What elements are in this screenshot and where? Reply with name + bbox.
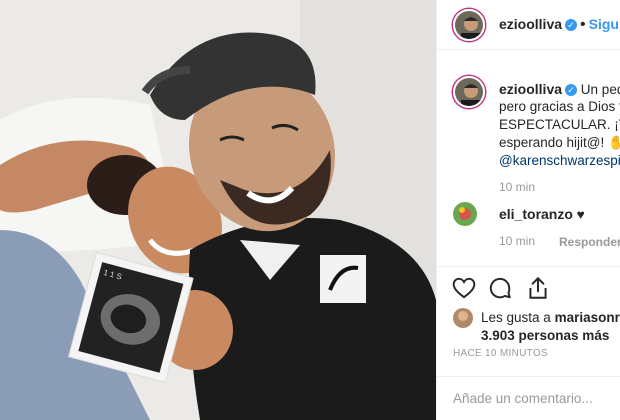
caption-time: 10 min	[499, 180, 536, 194]
pointing-hand-emoji-icon: ✋	[608, 135, 620, 150]
liker-username[interactable]: mariasonris	[555, 310, 620, 325]
comment-bubble-icon[interactable]	[487, 275, 513, 301]
caption-line-1: ezioolliva✓ Un pequeño	[499, 81, 620, 97]
following-button[interactable]: Siguiendo	[589, 16, 620, 32]
add-comment-placeholder: Añade un comentario...	[453, 391, 593, 406]
commenter-avatar[interactable]	[453, 202, 477, 226]
post-photo[interactable]: 1 1 S	[0, 0, 436, 420]
heart-outline-icon[interactable]	[451, 275, 477, 301]
add-comment-field[interactable]: Añade un comentario...	[437, 376, 620, 420]
verified-badge-icon: ✓	[565, 19, 578, 31]
share-arrow-icon[interactable]	[525, 275, 551, 301]
post-timestamp: HACE 10 MINUTOS	[453, 348, 548, 359]
couple-ultrasound-photo: 1 1 S	[0, 0, 436, 420]
action-bar	[437, 266, 620, 306]
comment-item: eli_toranzo ♥	[499, 205, 585, 224]
caption-line-4: esperando hijit@! ✋	[499, 134, 620, 152]
verified-badge-icon: ✓	[565, 84, 578, 96]
likes-count[interactable]: 3.903 personas más	[481, 327, 609, 345]
author-avatar[interactable]	[453, 9, 485, 41]
caption-username[interactable]: ezioolliva	[499, 81, 562, 97]
caption-line-2: pero gracias a Dios t	[499, 99, 620, 114]
author-username[interactable]: ezioolliva	[499, 16, 562, 32]
post-side-panel: ezioolliva✓•Siguiendo ezioolliva✓ Un peq…	[436, 0, 620, 420]
caption-author-avatar[interactable]	[453, 76, 485, 108]
comment-username[interactable]: eli_toranzo	[499, 206, 573, 222]
caption-mention[interactable]: @karenschwarzespir	[499, 152, 620, 170]
caption-line-3: ESPECTACULAR. ¡Te	[499, 117, 620, 132]
liker-avatar[interactable]	[453, 308, 473, 328]
reply-button[interactable]: Responder	[559, 235, 620, 249]
comment-time: 10 min	[499, 234, 536, 248]
likes-line-1: Les gusta a mariasonris	[481, 309, 620, 327]
post-header: ezioolliva✓•Siguiendo	[437, 0, 620, 50]
comment-text: ♥	[576, 207, 585, 222]
